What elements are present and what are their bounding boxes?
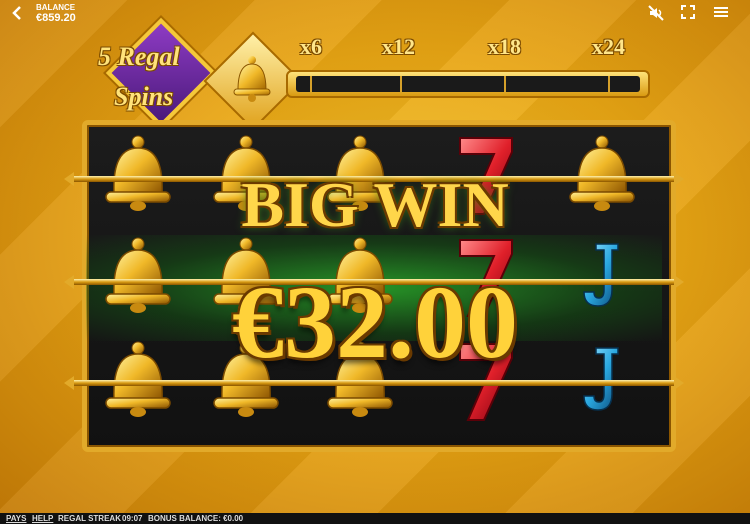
multiplier-x24: x24 (592, 34, 625, 59)
bonus-balance: BONUS BALANCE: €0.00 (148, 514, 244, 523)
pays-link[interactable]: PAYS (6, 513, 26, 524)
game-logo: 5 Regal Spins (98, 17, 217, 129)
logo-line-2: Spins (114, 82, 174, 111)
balance-label: BALANCE (36, 3, 76, 12)
chevron-left-icon[interactable] (12, 6, 22, 25)
bottom-bar: PAYS HELP REGAL STREAK 09:07 BONUS BALAN… (0, 513, 750, 524)
multiplier-x12: x12 (382, 34, 415, 59)
help-link[interactable]: HELP (32, 513, 53, 524)
streak-divider (310, 76, 312, 92)
mute-icon[interactable] (648, 5, 666, 21)
logo-line-1: 5 Regal (98, 42, 180, 71)
streak-meter-fill (296, 76, 640, 92)
clock: 09:07 (122, 514, 143, 523)
fullscreen-icon[interactable] (681, 5, 699, 21)
streak-divider (504, 76, 506, 92)
multiplier-x18: x18 (488, 34, 521, 59)
streak-divider (400, 76, 402, 92)
streak-meter (286, 70, 650, 98)
top-bar: BALANCE €859.20 (0, 0, 750, 28)
big-win-title: BIG WIN (241, 169, 509, 240)
balance-value: €859.20 (36, 12, 76, 24)
menu-icon[interactable] (713, 5, 731, 21)
win-amount: €32.00 (232, 265, 518, 380)
multiplier-x6: x6 (300, 34, 322, 59)
bell-symbol-icon (562, 130, 642, 218)
bell-symbol-icon (98, 130, 178, 218)
bell-icon (226, 52, 278, 104)
streak-divider (608, 76, 610, 92)
game-name: REGAL STREAK (58, 514, 121, 523)
payline-3 (64, 376, 684, 390)
